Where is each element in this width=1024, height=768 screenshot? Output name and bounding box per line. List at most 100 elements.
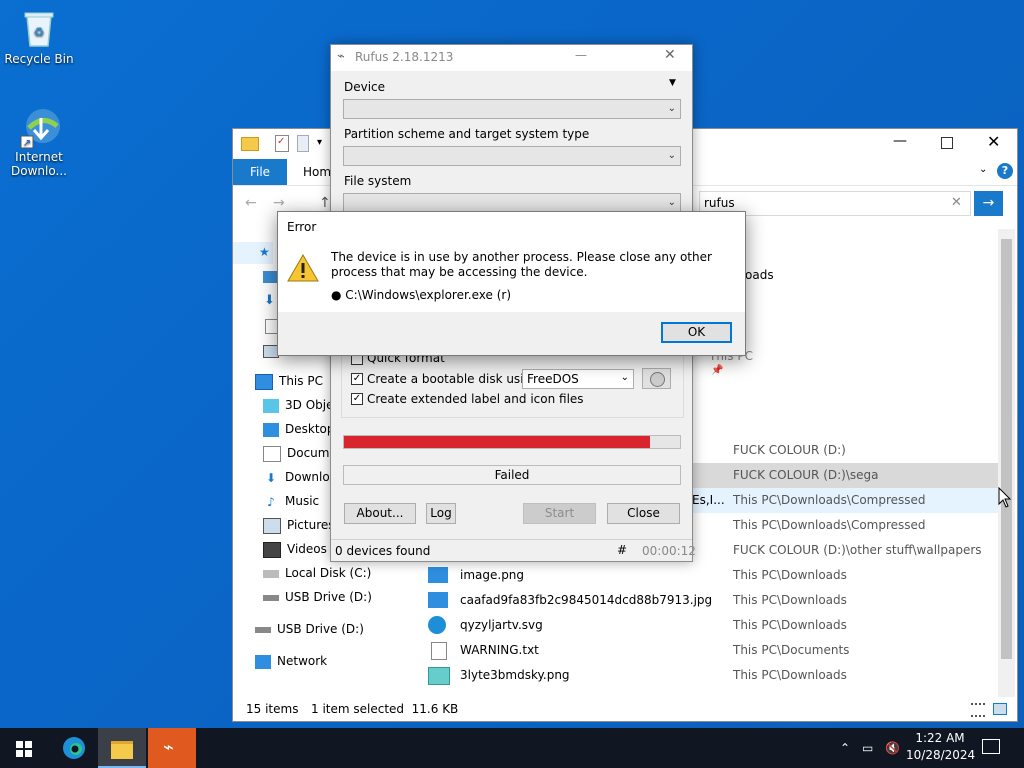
volume-muted-icon[interactable]: 🔇 [885, 728, 900, 768]
nav-downloads[interactable]: ⬇ Downloa [263, 467, 337, 487]
disc-icon [650, 372, 665, 387]
file-location: This PC\Downloads [733, 568, 847, 582]
show-hidden-icons[interactable]: ⌃ [840, 728, 850, 768]
device-select[interactable]: ⌄ [343, 99, 681, 119]
download-icon: ⬇ [265, 470, 277, 485]
film-icon [263, 541, 281, 558]
new-folder-icon[interactable] [297, 135, 309, 152]
filesystem-label: File system [344, 174, 412, 188]
status-field: Failed [343, 465, 681, 485]
boot-type-select[interactable]: FreeDOS ⌄ [522, 369, 634, 389]
nav-3d-objects[interactable]: 3D Objec [263, 395, 340, 415]
taskbar-rufus[interactable]: ⌁ [148, 728, 196, 768]
nav-music[interactable]: ♪ Music [263, 491, 319, 511]
desktop-icon-label: Recycle Bin [4, 52, 74, 66]
close-rufus-button[interactable]: Close [607, 503, 680, 524]
idm-icon: ↗ [19, 106, 60, 149]
minimize-button[interactable]: — [575, 48, 587, 62]
taskbar: ⌁ ⌃ ▭ 🔇 1:22 AM 10/28/2024 [0, 728, 1024, 768]
progress-bar [343, 435, 681, 449]
table-row[interactable]: qyzyljartv.svg This PC\Downloads [420, 613, 1000, 638]
close-button[interactable]: ✕ [664, 47, 676, 63]
error-dialog: Error The device is in use by another pr… [277, 211, 746, 356]
maximize-button[interactable] [941, 137, 953, 149]
ribbon-expand-icon[interactable]: ⌄ [979, 164, 987, 175]
chevron-down-icon: ⌄ [667, 103, 676, 114]
ok-button[interactable]: OK [661, 322, 732, 343]
nav-label: Local Disk (C:) [285, 566, 372, 580]
elapsed-time: 00:00:12 [642, 544, 696, 558]
tab-file[interactable]: File [233, 159, 287, 185]
bootable-checkbox[interactable]: ✓ [351, 373, 363, 385]
nav-network[interactable]: Network [255, 651, 327, 671]
taskbar-edge[interactable] [50, 728, 98, 768]
back-arrow-icon[interactable]: ← [245, 195, 257, 211]
clear-search-icon[interactable]: ✕ [951, 195, 962, 210]
quick-access-dropdown-icon[interactable]: ▾ [317, 137, 322, 148]
usb-stick-icon: ⌁ [163, 737, 174, 758]
usb-stick-icon: ⌁ [337, 49, 345, 64]
network-tray-icon[interactable]: ▭ [862, 728, 873, 768]
vertical-scrollbar[interactable] [998, 229, 1015, 697]
details-view-icon[interactable] [971, 703, 985, 717]
downloads-nav-icon[interactable] [263, 271, 277, 283]
downloads-arrow-icon[interactable]: ⬇ [264, 293, 275, 308]
scrollbar-thumb[interactable] [1001, 239, 1012, 659]
nav-local-disk[interactable]: Local Disk (C:) [263, 563, 371, 583]
log-button[interactable]: Log [426, 503, 456, 524]
hash-button[interactable]: # [617, 543, 627, 557]
warning-icon [287, 253, 319, 282]
file-location: FUCK COLOUR (D:)\other stuff\wallpapers [733, 543, 982, 557]
table-row[interactable]: WARNING.txt This PC\Documents [420, 638, 1000, 663]
nav-label: This PC [279, 374, 323, 388]
device-count: 0 devices found [335, 544, 431, 558]
taskbar-file-explorer[interactable] [98, 728, 146, 768]
properties-icon[interactable]: ✓ [275, 135, 289, 152]
window-title: Rufus 2.18.1213 [355, 50, 454, 64]
boot-type-value: FreeDOS [527, 372, 579, 386]
table-row[interactable]: 3lyte3bmdsky.png This PC\Downloads [420, 663, 1000, 688]
network-icon [255, 654, 271, 669]
usb-drive-icon [255, 626, 271, 633]
nav-this-pc[interactable]: This PC [255, 371, 323, 391]
help-icon[interactable]: ? [997, 163, 1013, 179]
selection-info: 1 item selected 11.6 KB [311, 702, 459, 716]
computer-icon [255, 373, 273, 390]
extended-label-checkbox[interactable]: ✓ [351, 393, 363, 405]
notifications-icon[interactable] [982, 739, 1000, 754]
table-row[interactable]: image.png This PC\Downloads [420, 563, 1000, 588]
image-file-icon [428, 667, 450, 685]
desktop-icon-recycle-bin[interactable]: ♻ Recycle Bin [1, 8, 77, 66]
search-go-button[interactable]: → [974, 191, 1003, 216]
nav-videos[interactable]: Videos [263, 539, 327, 559]
chevron-down-icon: ⌄ [620, 372, 629, 383]
up-arrow-icon[interactable]: ↑ [319, 195, 331, 211]
folder-icon [241, 137, 259, 151]
partition-select[interactable]: ⌄ [343, 146, 681, 166]
nav-documents[interactable]: Docume [263, 443, 337, 463]
rufus-titlebar: ⌁ Rufus 2.18.1213 — ✕ [331, 45, 692, 71]
file-location: This PC\Downloads\Compressed [733, 493, 926, 507]
nav-pictures[interactable]: Pictures [263, 515, 335, 535]
svg-text:♻: ♻ [34, 25, 45, 39]
select-image-button[interactable] [642, 368, 671, 389]
start-button[interactable] [0, 728, 48, 768]
desktop-icon-internet-download-manager[interactable]: ↗ Internet Downlo... [1, 106, 77, 178]
quick-access-row[interactable]: ★ [233, 242, 273, 264]
edge-file-icon [428, 616, 446, 634]
file-location: This PC\Downloads [733, 618, 847, 632]
nav-usb-drive[interactable]: USB Drive (D:) [263, 587, 372, 607]
filesystem-select[interactable]: ⌄ [343, 193, 681, 213]
nav-usb-drive-root[interactable]: USB Drive (D:) [255, 619, 364, 639]
forward-arrow-icon[interactable]: → [273, 195, 285, 211]
large-icons-view-icon[interactable] [993, 703, 1007, 715]
start-button[interactable]: Start [523, 503, 596, 524]
table-row[interactable]: caafad9fa83fb2c9845014dcd88b7913.jpg Thi… [420, 588, 1000, 613]
about-button[interactable]: About... [344, 503, 416, 524]
device-options-icon[interactable]: ▼ [669, 78, 676, 88]
minimize-button[interactable]: — [893, 133, 907, 149]
clock[interactable]: 1:22 AM 10/28/2024 [906, 730, 975, 764]
nav-desktop[interactable]: Desktop [263, 419, 335, 439]
close-button[interactable]: ✕ [987, 132, 1000, 151]
file-location: This PC\Downloads [733, 593, 847, 607]
